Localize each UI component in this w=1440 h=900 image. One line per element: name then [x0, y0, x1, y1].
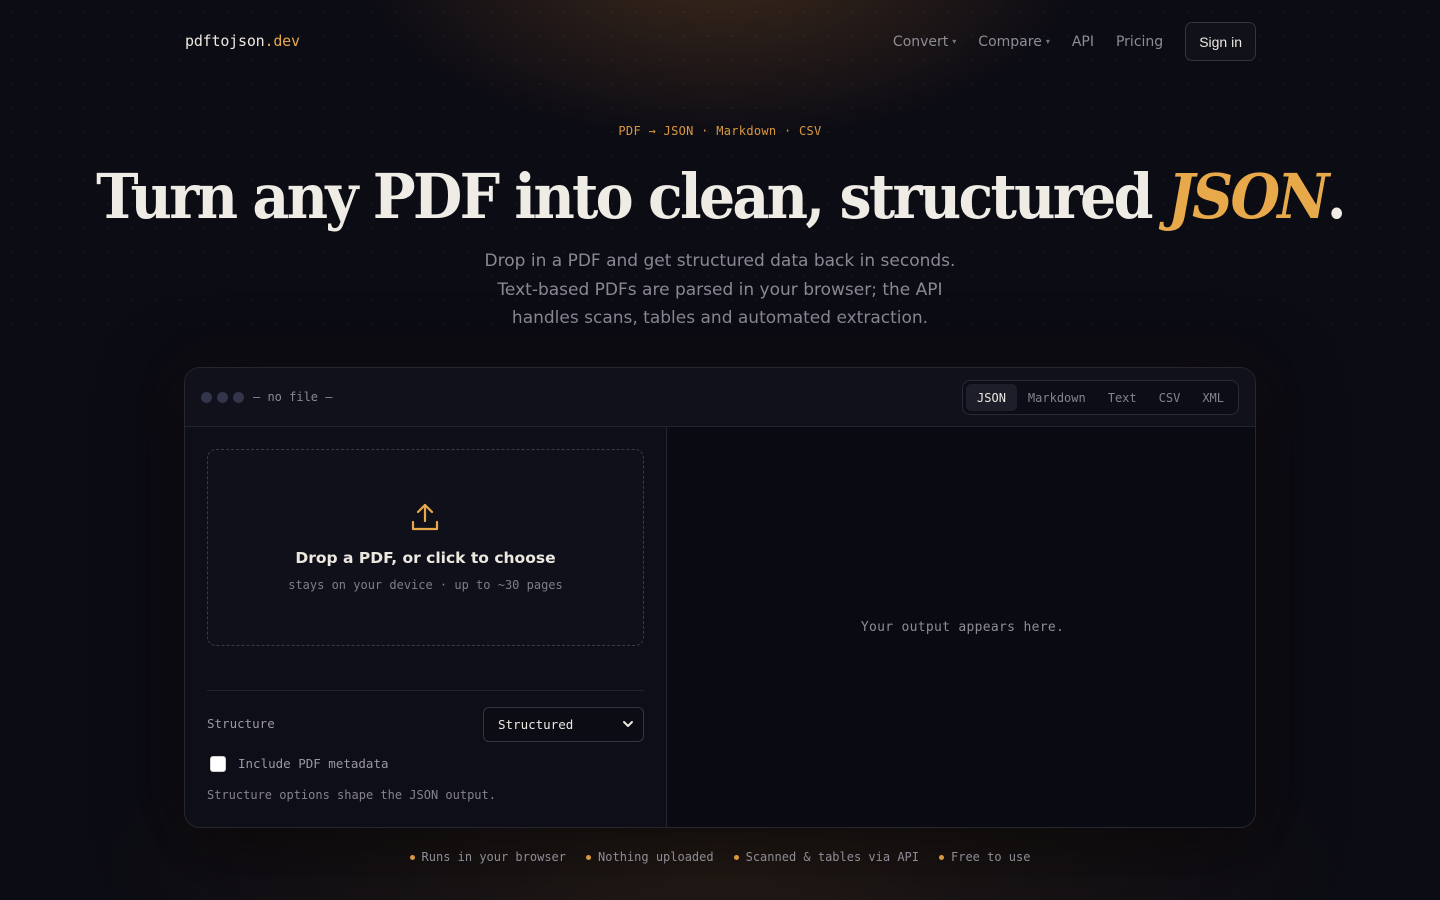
logo-name: pdftojson — [185, 32, 265, 50]
bullet-icon — [733, 854, 739, 860]
panel-header: — no file — JSON Markdown Text CSV XML — [185, 368, 1255, 427]
metadata-checkbox[interactable] — [210, 756, 226, 772]
input-pane: Drop a PDF, or click to choose stays on … — [185, 427, 667, 827]
chevron-down-icon: ▾ — [952, 37, 957, 46]
output-pane[interactable]: Your output appears here. — [668, 427, 1255, 827]
chevron-down-icon: ▾ — [1045, 37, 1050, 46]
structure-select-value: Structured — [498, 717, 574, 732]
dot-icon — [217, 392, 228, 403]
pdf-dropzone[interactable]: Drop a PDF, or click to choose stays on … — [207, 449, 644, 646]
headline-end: . — [1326, 160, 1347, 233]
bullet-icon — [409, 854, 415, 860]
feature-label: Nothing uploaded — [598, 850, 714, 864]
top-nav: pdftojson.dev Convert ▾ Compare ▾ API Pr… — [185, 22, 1256, 61]
chevron-down-icon — [623, 721, 633, 727]
dropzone-title: Drop a PDF, or click to choose — [295, 549, 556, 567]
nav-api-link[interactable]: API — [1072, 34, 1094, 50]
nav-links: Convert ▾ Compare ▾ API Pricing Sign in — [893, 22, 1256, 61]
bullet-icon — [586, 854, 592, 860]
dropzone-subtitle: stays on your device · up to ~30 pages — [288, 578, 563, 592]
tab-text[interactable]: Text — [1097, 384, 1148, 411]
feature-list: Runs in your browser Nothing uploaded Sc… — [0, 850, 1440, 864]
logo[interactable]: pdftojson.dev — [185, 32, 300, 50]
hero-eyebrow: PDF → JSON · Markdown · CSV — [618, 124, 822, 138]
nav-compare-label: Compare — [978, 33, 1042, 50]
window-dots — [201, 392, 244, 403]
feature-label: Free to use — [951, 850, 1031, 864]
divider — [207, 690, 644, 691]
nav-convert-label: Convert — [892, 33, 949, 50]
headline-main: Turn any PDF into clean, structured — [96, 160, 1168, 233]
sign-in-button[interactable]: Sign in — [1185, 22, 1256, 61]
feature-item: Scanned & tables via API — [733, 850, 919, 864]
dot-icon — [233, 392, 244, 403]
tab-xml[interactable]: XML — [1191, 384, 1235, 411]
feature-item: Free to use — [939, 850, 1030, 864]
file-name: — no file — — [253, 390, 333, 404]
upload-icon — [411, 503, 439, 531]
tab-markdown[interactable]: Markdown — [1017, 384, 1097, 411]
hero-headline: Turn any PDF into clean, structured JSON… — [58, 160, 1383, 233]
dot-icon — [201, 392, 212, 403]
structure-label: Structure — [207, 716, 275, 731]
tab-csv[interactable]: CSV — [1148, 384, 1192, 411]
tab-json[interactable]: JSON — [966, 384, 1017, 411]
nav-pricing-label: Pricing — [1115, 33, 1164, 50]
structure-select[interactable]: Structured — [483, 707, 644, 742]
nav-convert-menu[interactable]: Convert ▾ — [893, 34, 956, 50]
nav-compare-menu[interactable]: Compare ▾ — [978, 34, 1050, 50]
hero-lead: Drop in a PDF and get structured data ba… — [484, 251, 956, 328]
output-placeholder: Your output appears here. — [860, 620, 1065, 635]
feature-label: Runs in your browser — [421, 850, 567, 864]
feature-item: Nothing uploaded — [586, 850, 714, 864]
structure-hint: Structure options shape the JSON output. — [207, 788, 496, 802]
converter-panel: — no file — JSON Markdown Text CSV XML D… — [184, 367, 1256, 828]
nav-pricing-link[interactable]: Pricing — [1116, 34, 1163, 50]
bullet-icon — [939, 854, 944, 860]
nav-api-label: API — [1071, 33, 1094, 50]
metadata-label[interactable]: Include PDF metadata — [238, 756, 389, 771]
format-tabs: JSON Markdown Text CSV XML — [962, 380, 1239, 415]
feature-label: Scanned & tables via API — [745, 850, 919, 864]
headline-accent: JSON — [1167, 160, 1330, 233]
feature-item: Runs in your browser — [409, 850, 567, 864]
logo-tld: .dev — [264, 32, 300, 50]
